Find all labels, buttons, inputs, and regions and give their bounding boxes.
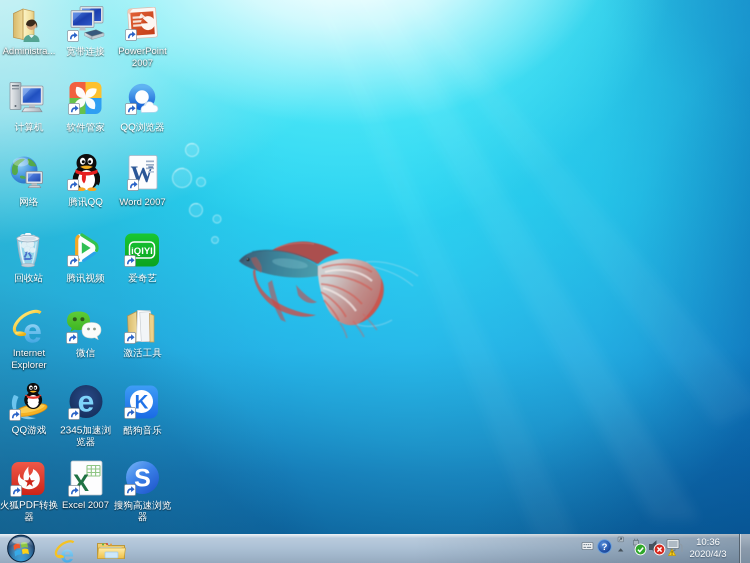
svg-text:K: K xyxy=(135,393,149,414)
svg-text:e: e xyxy=(23,313,42,345)
svg-text:e: e xyxy=(78,386,95,419)
svg-text:S: S xyxy=(134,465,151,493)
svg-text:iQIYI: iQIYI xyxy=(131,246,153,257)
svg-text:?: ? xyxy=(602,542,608,553)
svg-text:e: e xyxy=(60,541,74,563)
